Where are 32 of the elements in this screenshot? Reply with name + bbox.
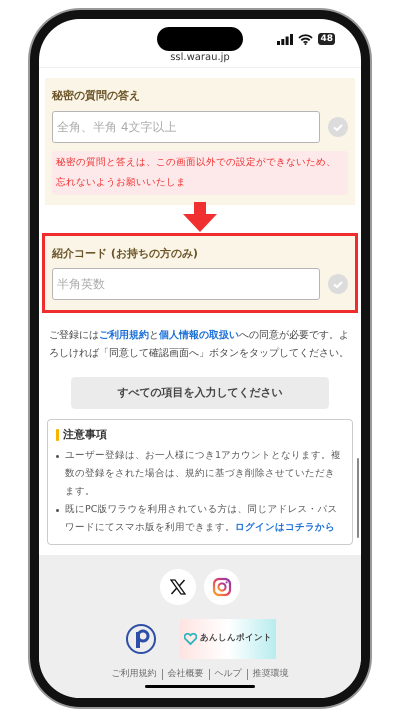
- x-logo-icon: [170, 578, 186, 594]
- bullet-icon: [56, 454, 59, 458]
- note-text: ユーザー登録は、お一人様につき1アカウントとなります。複数の登録をされた場合は、規約に基づき削除させていただきます。: [65, 448, 342, 498]
- text-link[interactable]: ログインはコチラから: [235, 522, 335, 532]
- footer-link[interactable]: 推奨環境: [246, 668, 294, 680]
- consent-text: ご登録にはご利用規約と個人情報の取扱いへの同意が必要です。よろしければ「同意して確認画面へ」ボタンをタップしてください。: [49, 328, 350, 361]
- text-link[interactable]: ご利用規約: [99, 330, 149, 341]
- wifi-icon: [298, 34, 314, 44]
- text-input[interactable]: 全角、半角 4文字以上: [52, 110, 320, 142]
- text-input[interactable]: 半角英数: [52, 268, 320, 300]
- field-label: 紹介コード (お持ちの方のみ): [52, 246, 199, 262]
- check-icon: [328, 274, 348, 294]
- footer-link[interactable]: ご利用規約: [106, 668, 162, 680]
- anshin-point-badge: あんしんポイント: [180, 618, 276, 658]
- instagram-logo-button[interactable]: [204, 568, 240, 604]
- footer-link[interactable]: 会社概要: [162, 668, 208, 680]
- address-url: ssl.warau.jp: [170, 51, 230, 65]
- footer-link[interactable]: ヘルプ: [208, 668, 246, 680]
- scrollbar-icon: [357, 458, 359, 538]
- text-link[interactable]: 個人情報の取扱い: [159, 330, 239, 341]
- battery-level: 48: [318, 33, 335, 45]
- note-text: 既にPC版ワラウを利用されている方は、同じアドレス・パスワードにてスマホ版を利用できます。ログインはコチラから: [65, 502, 338, 534]
- notes-title: 注意事項: [63, 427, 107, 443]
- heart-icon: [184, 630, 197, 646]
- check-icon: [328, 116, 348, 136]
- accent-bar-icon: [56, 429, 59, 442]
- x-logo-button[interactable]: [160, 568, 196, 604]
- bullet-icon: [56, 508, 59, 512]
- instagram-logo-icon: [212, 576, 232, 596]
- signal-icon: [277, 34, 294, 44]
- warning-message: 秘密の質問と答えは、この画面以外での設定ができないため、忘れないようお願いいたしま: [52, 150, 348, 194]
- field-label: 秘密の質問の答え: [52, 88, 141, 104]
